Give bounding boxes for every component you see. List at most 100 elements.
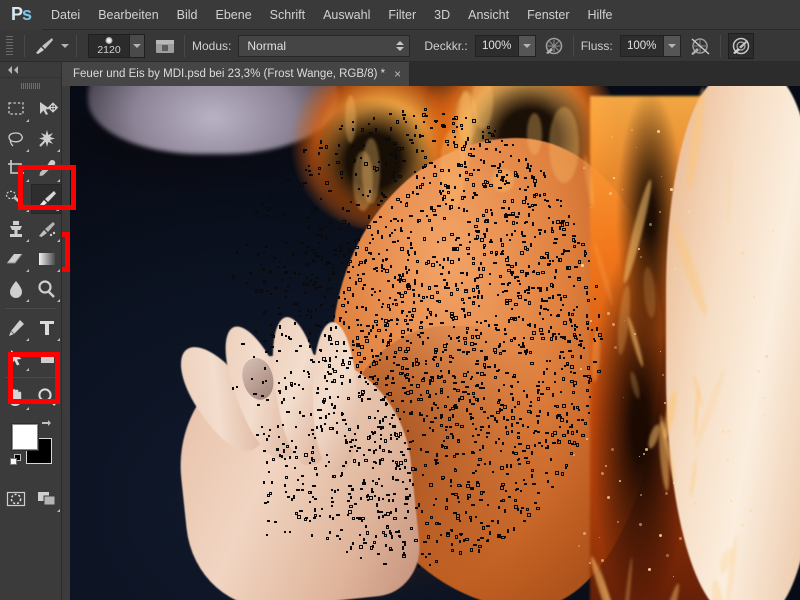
tool-expand-corner-icon <box>57 179 60 182</box>
toggle-brush-panel-icon[interactable] <box>153 34 177 58</box>
flow-label: Fluss: <box>580 38 613 53</box>
divider <box>24 34 25 57</box>
menu-label: Hilfe <box>587 7 613 22</box>
menu-label: Ansicht <box>468 7 510 22</box>
tool-expand-corner-icon <box>26 119 29 122</box>
rectangle-tool[interactable] <box>31 343 62 373</box>
tool-expand-corner-icon <box>26 239 29 242</box>
menu-label: Auswahl <box>323 7 371 22</box>
tools-divider <box>5 308 56 309</box>
artwork-pale-arm <box>666 86 800 600</box>
eraser-tool[interactable] <box>0 244 31 274</box>
divider <box>184 34 185 57</box>
brush-preset-picker[interactable]: 2120 <box>88 33 145 58</box>
flow-field[interactable]: 100% <box>619 34 681 57</box>
document-tab-bar: Feuer und Eis by MDI.psd bei 23,3% (Fros… <box>62 62 800 86</box>
tablet-pressure-opacity-icon[interactable] <box>542 34 566 58</box>
foreground-color-swatch[interactable] <box>12 424 38 450</box>
brush-tool-dropdown-arrow-icon[interactable] <box>61 43 69 48</box>
tools-panel-collapse-button[interactable] <box>0 62 61 78</box>
tools-panel-grip[interactable] <box>0 78 61 90</box>
chevron-down-icon <box>133 43 141 48</box>
rectangular-marquee-tool[interactable] <box>0 94 31 124</box>
tool-expand-corner-icon <box>57 149 60 152</box>
menu-fenster[interactable]: Fenster <box>518 0 578 30</box>
tool-expand-corner-icon <box>26 338 29 341</box>
opacity-label: Deckkr.: <box>424 38 468 53</box>
brush-tool-indicator-icon[interactable] <box>32 34 56 58</box>
clone-stamp-tool[interactable] <box>0 214 31 244</box>
menu-label: Bild <box>176 7 198 22</box>
pen-tool[interactable] <box>0 313 31 343</box>
menu-bild[interactable]: Bild <box>168 0 207 30</box>
menu-ansicht[interactable]: Ansicht <box>459 0 518 30</box>
brush-size-value: 2120 <box>97 43 121 56</box>
divider <box>572 34 574 57</box>
magic-wand-tool[interactable] <box>31 124 62 154</box>
opacity-dropdown-button[interactable] <box>517 35 535 56</box>
tool-expand-corner-icon <box>56 208 59 211</box>
gradient-tool[interactable] <box>31 244 62 274</box>
mode-buttons <box>0 484 61 514</box>
options-bar-grip[interactable] <box>4 35 14 57</box>
move-tool[interactable] <box>31 94 62 124</box>
menu-ebene[interactable]: Ebene <box>207 0 261 30</box>
blur-tool[interactable] <box>0 274 31 304</box>
crop-tool[interactable] <box>0 154 31 184</box>
chevron-updown-icon <box>396 40 405 51</box>
zoom-tool[interactable] <box>31 382 62 412</box>
flow-dropdown-button[interactable] <box>662 35 680 56</box>
horizontal-type-tool[interactable] <box>31 313 62 343</box>
double-chevron-left-icon <box>8 65 18 74</box>
document-artwork[interactable] <box>70 86 800 600</box>
flow-value: 100% <box>620 35 663 56</box>
tool-expand-corner-icon <box>57 269 60 272</box>
menu-3d[interactable]: 3D <box>425 0 459 30</box>
blend-mode-value: Normal <box>247 38 287 53</box>
document-tab[interactable]: Feuer und Eis by MDI.psd bei 23,3% (Fros… <box>62 62 411 86</box>
tool-expand-corner-icon <box>57 509 60 512</box>
dodge-tool[interactable] <box>31 274 62 304</box>
blend-mode-select[interactable]: Normal <box>238 34 411 57</box>
spot-healing-brush-tool[interactable] <box>0 184 31 214</box>
hand-tool[interactable] <box>0 382 31 412</box>
menu-label: Datei <box>51 7 81 22</box>
tablet-pressure-size-icon[interactable] <box>727 32 754 59</box>
menu-label: 3D <box>434 7 451 22</box>
canvas-area[interactable] <box>62 86 800 600</box>
history-brush-tool[interactable] <box>31 214 62 244</box>
airbrush-icon[interactable] <box>689 34 713 58</box>
quick-mask-mode-button[interactable] <box>0 484 31 514</box>
screen-mode-button[interactable] <box>31 484 62 514</box>
brush-preset-dropdown-button[interactable] <box>129 34 144 57</box>
opacity-value: 100% <box>475 35 518 56</box>
menu-auswahl[interactable]: Auswahl <box>314 0 379 30</box>
tool-expand-corner-icon <box>26 209 29 212</box>
tool-expand-corner-icon <box>26 269 29 272</box>
swap-colors-icon[interactable] <box>40 418 52 430</box>
default-colors-icon[interactable] <box>10 454 21 465</box>
brush-tip-preview-icon <box>105 36 113 44</box>
tool-expand-corner-icon <box>26 368 29 371</box>
eyedropper-tool[interactable] <box>31 154 62 184</box>
tools-divider <box>5 377 56 378</box>
brush-tool[interactable] <box>31 184 62 214</box>
canvas-left-gutter <box>62 86 70 600</box>
menu-datei[interactable]: Datei <box>42 0 89 30</box>
menu-schrift[interactable]: Schrift <box>261 0 314 30</box>
menu-filter[interactable]: Filter <box>379 0 425 30</box>
menu-hilfe[interactable]: Hilfe <box>579 0 622 30</box>
divider <box>76 34 77 57</box>
menu-bearbeiten[interactable]: Bearbeiten <box>89 0 167 30</box>
menu-label: Filter <box>388 7 417 22</box>
close-icon[interactable]: × <box>394 68 401 80</box>
lasso-tool[interactable] <box>0 124 31 154</box>
color-swatches <box>0 418 61 480</box>
tool-expand-corner-icon <box>26 299 29 302</box>
tools-grid-secondary <box>0 313 61 373</box>
tool-expand-corner-icon <box>57 239 60 242</box>
tool-expand-corner-icon <box>26 179 29 182</box>
path-selection-tool[interactable] <box>0 343 31 373</box>
mode-label: Modus: <box>192 38 232 53</box>
opacity-field[interactable]: 100% <box>474 34 536 57</box>
